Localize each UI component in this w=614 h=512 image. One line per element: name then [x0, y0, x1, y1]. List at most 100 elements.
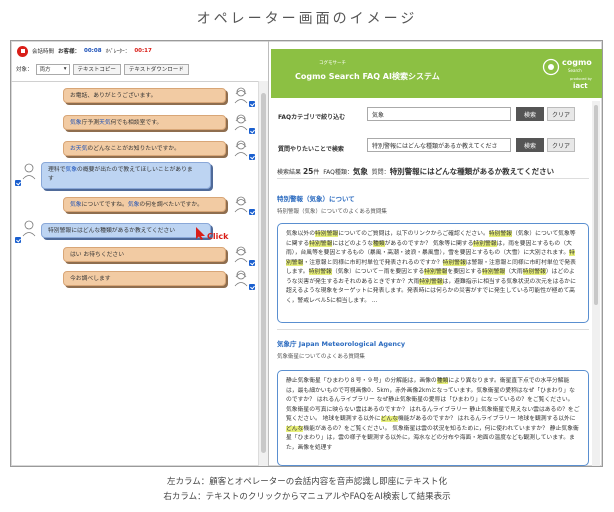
divider [277, 329, 589, 330]
call-time-label: 会話時間 [32, 49, 55, 55]
keyword-weather: 気象 [70, 120, 82, 126]
result-card[interactable]: 静止気象衛星「ひまわり８号・９号」の分解能は，画像の種類により異なります。衛星直… [277, 370, 589, 466]
question-input[interactable]: 特別警報にはどんな種類があるか教えてくださ [367, 138, 511, 152]
operator-time-label: ｵﾍﾟﾚｰﾀｰ： [105, 49, 131, 55]
operator-check-icon[interactable] [249, 260, 255, 266]
operator-check-icon[interactable] [249, 101, 255, 107]
question-clear-button[interactable]: クリア [547, 138, 575, 152]
message-text: の概要が出たので教えてほしいことがありま [77, 167, 193, 173]
highlight-mark: 特別警報 [424, 269, 448, 275]
text-copy-button[interactable]: テキストコピー [72, 63, 121, 75]
highlight-mark: 種類 [373, 240, 385, 247]
banner-title: Cogmo Search FAQ AI検索システム [295, 72, 440, 81]
operator-message[interactable]: お電話、ありがとうございます。 [63, 88, 226, 103]
highlight-mark: 特別警報 [309, 240, 333, 247]
result-title-link[interactable]: 気象庁 Japan Meteorological Agency [277, 338, 405, 348]
customer-time-label: お客様： [58, 49, 81, 55]
result-count-unit: 件 [313, 169, 320, 176]
highlight-mark: どんな [286, 425, 304, 432]
message-text: 今お調べします [70, 276, 111, 282]
keyword-weather: お天気 [70, 146, 88, 152]
target-label: 対象： [16, 67, 33, 73]
question-search-label: 質問やりたいことで検索 [278, 146, 344, 153]
message-text: のどんなことがお知りたいですか。 [87, 146, 180, 152]
operator-check-icon[interactable] [249, 128, 255, 134]
logo-iact: iact [573, 82, 588, 90]
cogmo-banner: コグモサーチ Cogmo Search FAQ AI検索システム cogmo S… [271, 49, 602, 98]
customer-message-selected[interactable]: 特別警報にはどんな種類があるか教えてください [41, 223, 211, 238]
highlight-mark: 特別警報 [482, 269, 506, 275]
operator-avatar-icon [234, 140, 248, 157]
customer-check-icon[interactable] [15, 180, 21, 186]
result-card[interactable]: 気象以外の特別警報についてのご質問は，以下のリンクからご確認ください。特別警報（… [277, 223, 589, 323]
category-search-button[interactable]: 検索 [516, 107, 544, 121]
result-body: 気象以外の特別警報についてのご質問は，以下のリンクからご確認ください。特別警報（… [286, 231, 576, 304]
keyword-weather: 天気 [99, 120, 111, 126]
message-text: お電話、ありがとうございます。 [70, 93, 157, 99]
logo-sub: Search [568, 68, 582, 73]
logo-by: produced by [570, 77, 592, 81]
chat-scrollbar[interactable] [258, 81, 268, 466]
operator-message[interactable]: はい お待ちください [63, 247, 226, 262]
query-value: 特別警報にはどんな種類があるか教えてください [389, 167, 555, 176]
chat-scrollbar-thumb[interactable] [261, 93, 266, 453]
message-text: 何でも相談室です。 [110, 120, 163, 126]
customer-avatar-icon [22, 163, 36, 180]
faq-category-label: FAQカテゴリで絞り込む [278, 114, 346, 121]
target-select-value: 両方 [39, 67, 51, 73]
highlight-mark: 特別警報 [473, 240, 497, 247]
operator-message[interactable]: 気象庁予測天気何でも相談室です。 [63, 115, 226, 130]
call-status-bar: 会話時間 お客様： 00:08 ｵﾍﾟﾚｰﾀｰ： 00:17 [11, 41, 268, 61]
message-text: の何を調べたいですか。 [139, 202, 203, 208]
operator-check-icon[interactable] [249, 284, 255, 290]
customer-message[interactable]: 理科で気象の概要が出たので教えてほしいことがあります [41, 162, 211, 189]
results-scrollbar-thumb[interactable] [594, 105, 598, 305]
faq-search-pane: コグモサーチ Cogmo Search FAQ AI検索システム cogmo S… [270, 41, 602, 466]
message-text: 庁予測 [81, 120, 100, 126]
chat-transcript: お電話、ありがとうございます。 気象庁予測天気何でも相談室です。 お天気のどんな… [11, 81, 258, 466]
search-stats: 検索結果 25件 FAQ種類：気象 質問：特別警報にはどんな種類があるか教えてく… [277, 166, 554, 177]
operator-avatar-icon [234, 87, 248, 104]
keyword-weather: 気象 [65, 167, 78, 173]
query-label: 質問： [371, 169, 390, 176]
result-count-label: 検索結果 [277, 169, 302, 176]
page-title: オペレーター画面のイメージ [196, 11, 418, 27]
highlight-mark: 特別警報 [488, 231, 512, 237]
click-label: Click [207, 232, 229, 241]
text-download-button[interactable]: テキストダウンロード [123, 63, 189, 75]
faq-category-input[interactable]: 気象 [367, 107, 511, 121]
operator-check-icon[interactable] [249, 154, 255, 160]
customer-check-icon[interactable] [15, 237, 21, 243]
stop-recording-icon[interactable] [17, 45, 28, 57]
category-clear-button[interactable]: クリア [547, 107, 575, 121]
faq-kind-value: 気象 [352, 167, 368, 176]
operator-avatar-icon [234, 246, 248, 263]
results-scrollbar[interactable] [592, 101, 600, 466]
highlight-mark: 特別警報 [308, 269, 332, 275]
result-subtitle: 特別警報（気象）についてのよくある質問集 [277, 209, 387, 215]
highlight-mark: 特別警報 [286, 250, 575, 266]
message-text: 特別警報にはどんな種類があるか教えてください [48, 228, 176, 234]
question-search-button[interactable]: 検索 [516, 138, 544, 152]
result-title-link[interactable]: 特別警報（気象）について [277, 193, 355, 203]
message-text: はい お待ちください [70, 252, 125, 258]
caption-right-column: 右カラム：テキストのクリックからマニュアルやFAQをAI検索して結果表示 [163, 492, 451, 502]
result-count: 25 [302, 167, 314, 176]
text-toolbar: 対象： 両方 ▾ テキストコピー テキストダウンロード [11, 61, 268, 77]
highlight-mark: 特別警報 [315, 231, 339, 237]
operator-avatar-icon [234, 196, 248, 213]
operator-message[interactable]: 今お調べします [63, 271, 226, 286]
operator-time: 00:17 [134, 48, 152, 54]
operator-message[interactable]: お天気のどんなことがお知りたいですか。 [63, 141, 226, 156]
operator-avatar-icon [234, 114, 248, 131]
highlight-mark: 種類 [436, 378, 449, 384]
cogmo-circle-icon [542, 58, 560, 76]
cursor-arrow-icon [196, 227, 205, 240]
operator-check-icon[interactable] [249, 209, 255, 215]
cogmo-logo: cogmo Search produced by iact [540, 55, 596, 95]
customer-avatar-icon [22, 220, 36, 237]
operator-message[interactable]: 気象についてですね。気象の何を調べたいですか。 [63, 197, 226, 212]
customer-time: 00:08 [84, 48, 102, 54]
target-select[interactable]: 両方 ▾ [35, 63, 70, 75]
message-text: についてですね。 [81, 202, 128, 208]
